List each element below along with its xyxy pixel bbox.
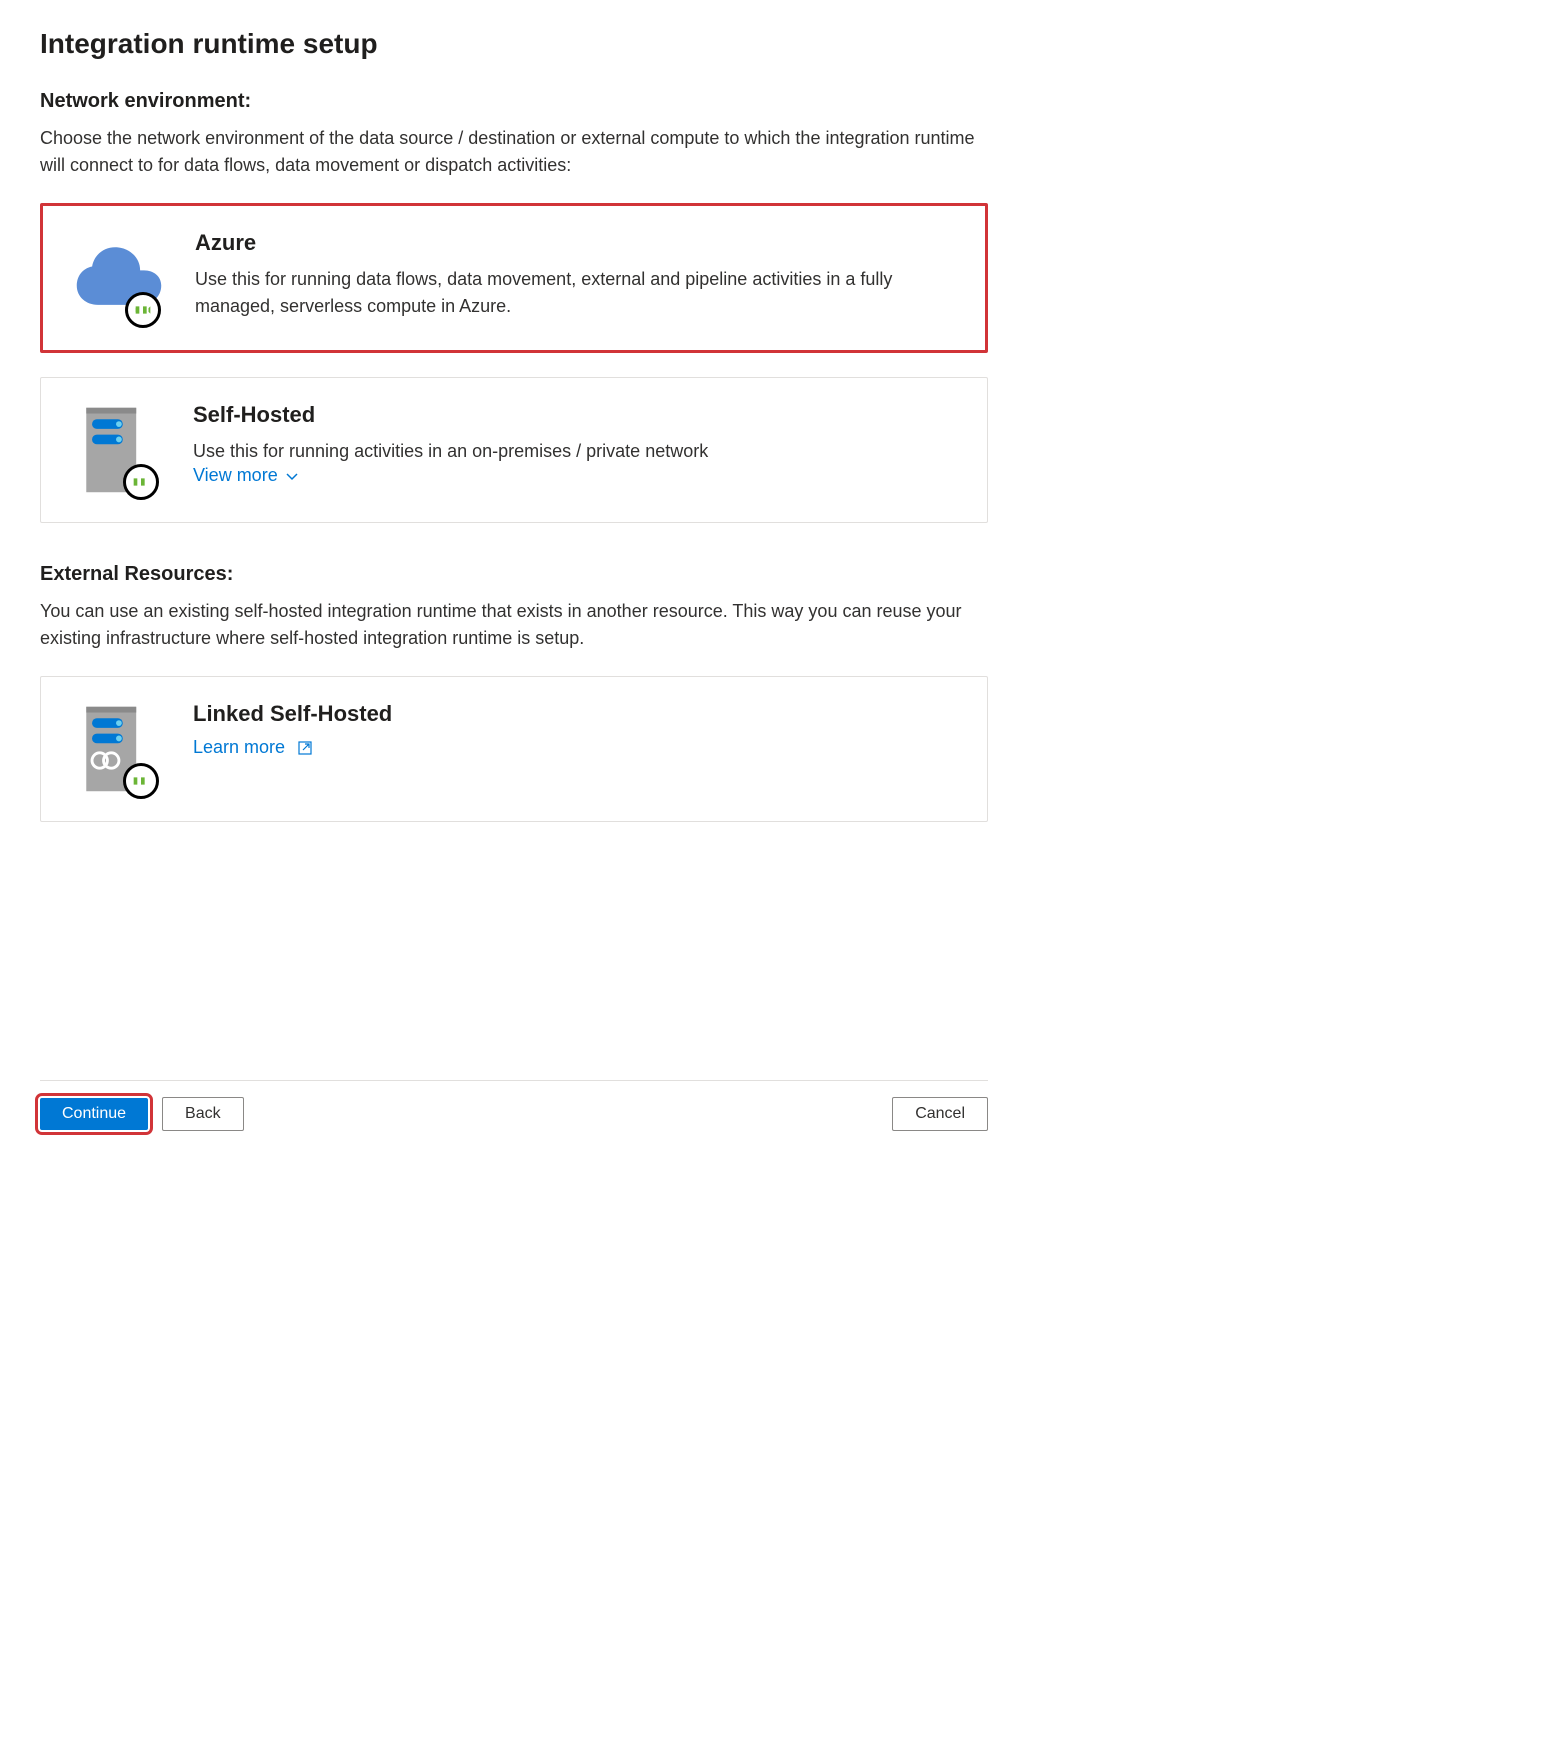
option-linked-self-hosted[interactable]: Linked Self-Hosted Learn more [40,676,988,822]
option-azure-title: Azure [195,230,957,256]
network-description: Choose the network environment of the da… [40,125,988,179]
external-heading: External Resources: [40,563,988,586]
cancel-button[interactable]: Cancel [892,1097,988,1131]
learn-more-label: Learn more [193,737,285,758]
network-heading: Network environment: [40,90,988,113]
view-more-link[interactable]: View more [193,465,300,486]
chevron-down-icon [284,468,300,484]
option-self-hosted-title: Self-Hosted [193,402,959,428]
linked-server-icon [69,701,165,797]
option-azure-description: Use this for running data flows, data mo… [195,266,957,320]
server-icon [69,402,165,498]
option-azure[interactable]: Azure Use this for running data flows, d… [40,203,988,353]
external-link-icon [297,740,313,756]
footer-bar: Continue Back Cancel [40,1080,988,1131]
view-more-label: View more [193,465,278,486]
cloud-icon [71,230,167,326]
option-self-hosted-description: Use this for running activities in an on… [193,438,959,465]
option-self-hosted[interactable]: Self-Hosted Use this for running activit… [40,377,988,523]
external-description: You can use an existing self-hosted inte… [40,598,988,652]
option-linked-title: Linked Self-Hosted [193,701,959,727]
back-button[interactable]: Back [162,1097,244,1131]
continue-button[interactable]: Continue [40,1098,148,1130]
learn-more-link[interactable]: Learn more [193,737,313,758]
page-title: Integration runtime setup [40,28,988,60]
